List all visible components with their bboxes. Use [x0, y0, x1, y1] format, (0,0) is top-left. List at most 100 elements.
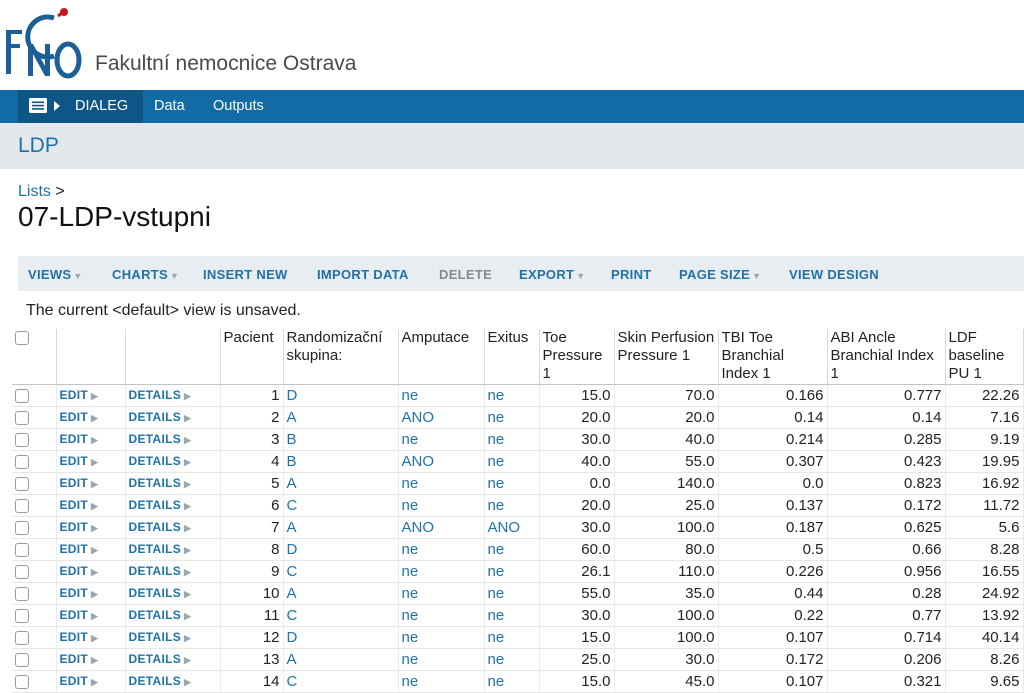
- edit-row-link[interactable]: EDIT ▶: [60, 476, 99, 490]
- details-row-link[interactable]: DETAILS ▶: [129, 454, 192, 468]
- row-checkbox[interactable]: [15, 410, 29, 425]
- cell-amputace[interactable]: ANO: [398, 406, 485, 429]
- cell-amputace[interactable]: ne: [398, 560, 485, 583]
- row-checkbox[interactable]: [15, 520, 29, 535]
- edit-row-link[interactable]: EDIT ▶: [60, 432, 99, 446]
- nav-item-data[interactable]: Data: [154, 98, 185, 114]
- details-row-link[interactable]: DETAILS ▶: [129, 432, 192, 446]
- column-header-amputace[interactable]: Amputace: [398, 329, 485, 385]
- cell-amputace[interactable]: ne: [398, 648, 485, 671]
- row-checkbox[interactable]: [15, 586, 29, 601]
- column-header-pacient[interactable]: Pacient: [220, 329, 284, 385]
- cell-exitus[interactable]: ne: [484, 604, 540, 627]
- row-checkbox[interactable]: [15, 652, 29, 667]
- cell-randomizacni-skupina[interactable]: C: [283, 560, 399, 583]
- edit-row-link[interactable]: EDIT ▶: [60, 608, 99, 622]
- edit-row-link[interactable]: EDIT ▶: [60, 586, 99, 600]
- nav-item-outputs[interactable]: Outputs: [213, 98, 264, 114]
- edit-row-link[interactable]: EDIT ▶: [60, 564, 99, 578]
- page-size-menu-button[interactable]: PAGE SIZE ▼: [679, 267, 761, 282]
- cell-randomizacni-skupina[interactable]: A: [283, 472, 399, 495]
- export-menu-button[interactable]: EXPORT ▼: [519, 267, 585, 282]
- cell-amputace[interactable]: ne: [398, 538, 485, 561]
- details-row-link[interactable]: DETAILS ▶: [129, 498, 192, 512]
- cell-amputace[interactable]: ne: [398, 670, 485, 693]
- details-row-link[interactable]: DETAILS ▶: [129, 388, 192, 402]
- details-row-link[interactable]: DETAILS ▶: [129, 476, 192, 490]
- select-all-checkbox[interactable]: [15, 331, 29, 346]
- cell-randomizacni-skupina[interactable]: A: [283, 582, 399, 605]
- column-header-tbi[interactable]: TBI Toe Branchial Index 1: [718, 329, 828, 385]
- edit-row-link[interactable]: EDIT ▶: [60, 674, 99, 688]
- details-row-link[interactable]: DETAILS ▶: [129, 652, 192, 666]
- cell-exitus[interactable]: ne: [484, 648, 540, 671]
- cell-exitus[interactable]: ne: [484, 428, 540, 451]
- details-row-link[interactable]: DETAILS ▶: [129, 608, 192, 622]
- row-checkbox[interactable]: [15, 432, 29, 447]
- cell-amputace[interactable]: ne: [398, 626, 485, 649]
- fno-logo-icon[interactable]: [2, 4, 86, 84]
- cell-amputace[interactable]: ne: [398, 428, 485, 451]
- column-header-abi[interactable]: ABI Ancle Branchial Index 1: [827, 329, 946, 385]
- cell-exitus[interactable]: ne: [484, 472, 540, 495]
- cell-randomizacni-skupina[interactable]: C: [283, 494, 399, 517]
- views-menu-button[interactable]: VIEWS ▼: [28, 267, 83, 282]
- insert-new-button[interactable]: INSERT NEW: [203, 267, 288, 282]
- edit-row-link[interactable]: EDIT ▶: [60, 454, 99, 468]
- edit-row-link[interactable]: EDIT ▶: [60, 630, 99, 644]
- row-checkbox[interactable]: [15, 564, 29, 579]
- breadcrumb-lists-link[interactable]: Lists: [18, 183, 51, 200]
- row-checkbox[interactable]: [15, 630, 29, 645]
- column-header-exitus[interactable]: Exitus: [484, 329, 540, 385]
- cell-randomizacni-skupina[interactable]: A: [283, 406, 399, 429]
- row-checkbox[interactable]: [15, 454, 29, 469]
- cell-exitus[interactable]: ne: [484, 450, 540, 473]
- cell-exitus[interactable]: ne: [484, 384, 540, 407]
- cell-randomizacni-skupina[interactable]: D: [283, 538, 399, 561]
- charts-menu-button[interactable]: CHARTS ▼: [112, 267, 179, 282]
- cell-randomizacni-skupina[interactable]: A: [283, 648, 399, 671]
- cell-randomizacni-skupina[interactable]: C: [283, 604, 399, 627]
- cell-exitus[interactable]: ne: [484, 538, 540, 561]
- details-row-link[interactable]: DETAILS ▶: [129, 520, 192, 534]
- details-row-link[interactable]: DETAILS ▶: [129, 630, 192, 644]
- cell-amputace[interactable]: ANO: [398, 516, 485, 539]
- column-header-ldf-baseline[interactable]: LDF baseline PU 1: [945, 329, 1024, 385]
- nav-home-button[interactable]: DIALEG: [18, 90, 143, 123]
- row-checkbox[interactable]: [15, 476, 29, 491]
- cell-randomizacni-skupina[interactable]: B: [283, 450, 399, 473]
- row-checkbox[interactable]: [15, 608, 29, 623]
- edit-row-link[interactable]: EDIT ▶: [60, 652, 99, 666]
- cell-randomizacni-skupina[interactable]: D: [283, 626, 399, 649]
- column-header-skin-perfusion-pressure[interactable]: Skin Perfusion Pressure 1: [614, 329, 719, 385]
- column-header-toe-pressure[interactable]: Toe Pressure 1: [539, 329, 615, 385]
- cell-randomizacni-skupina[interactable]: B: [283, 428, 399, 451]
- delete-button[interactable]: DELETE: [439, 267, 492, 282]
- cell-exitus[interactable]: ne: [484, 406, 540, 429]
- cell-randomizacni-skupina[interactable]: A: [283, 516, 399, 539]
- edit-row-link[interactable]: EDIT ▶: [60, 410, 99, 424]
- column-header-randomizacni-skupina[interactable]: Randomizační skupina:: [283, 329, 399, 385]
- print-button[interactable]: PRINT: [611, 267, 652, 282]
- details-row-link[interactable]: DETAILS ▶: [129, 542, 192, 556]
- edit-row-link[interactable]: EDIT ▶: [60, 498, 99, 512]
- cell-amputace[interactable]: ANO: [398, 450, 485, 473]
- details-row-link[interactable]: DETAILS ▶: [129, 410, 192, 424]
- details-row-link[interactable]: DETAILS ▶: [129, 586, 192, 600]
- row-checkbox[interactable]: [15, 542, 29, 557]
- menu-icon[interactable]: [29, 98, 47, 113]
- row-checkbox[interactable]: [15, 498, 29, 513]
- cell-exitus[interactable]: ANO: [484, 516, 540, 539]
- cell-amputace[interactable]: ne: [398, 384, 485, 407]
- cell-exitus[interactable]: ne: [484, 670, 540, 693]
- cell-exitus[interactable]: ne: [484, 560, 540, 583]
- details-row-link[interactable]: DETAILS ▶: [129, 674, 192, 688]
- cell-amputace[interactable]: ne: [398, 472, 485, 495]
- cell-exitus[interactable]: ne: [484, 582, 540, 605]
- cell-amputace[interactable]: ne: [398, 494, 485, 517]
- edit-row-link[interactable]: EDIT ▶: [60, 520, 99, 534]
- cell-exitus[interactable]: ne: [484, 494, 540, 517]
- cell-randomizacni-skupina[interactable]: C: [283, 670, 399, 693]
- view-design-button[interactable]: VIEW DESIGN: [789, 267, 879, 282]
- row-checkbox[interactable]: [15, 388, 29, 403]
